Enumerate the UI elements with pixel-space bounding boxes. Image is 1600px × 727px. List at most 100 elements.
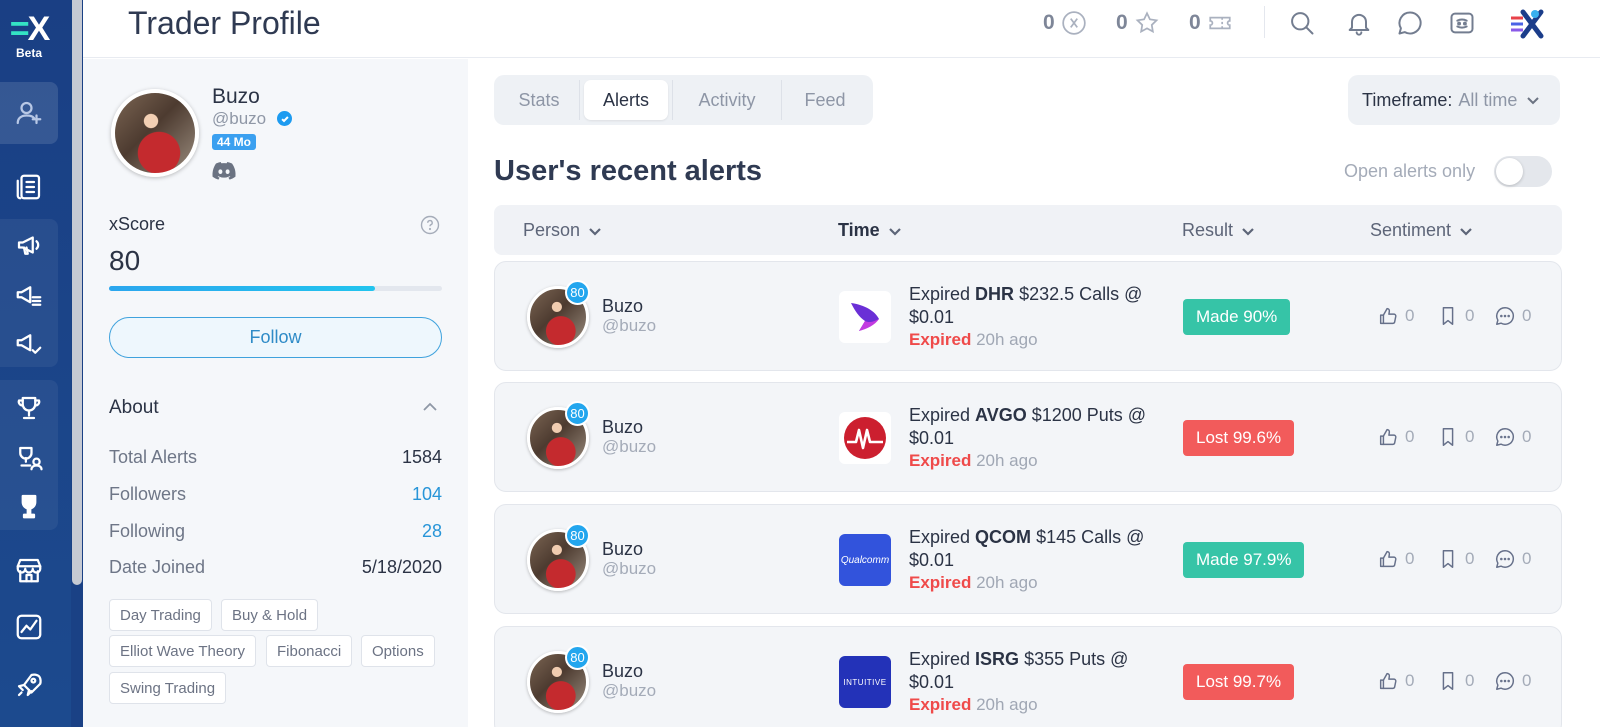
alert-status: Expired (909, 695, 972, 714)
like-count: 0 (1405, 671, 1415, 690)
bookmark-button[interactable]: 0 (1437, 548, 1474, 570)
nav-feed[interactable] (0, 161, 58, 213)
followers-link[interactable]: 104 (412, 484, 442, 505)
alert-detail: $232.5 Calls @ (1019, 284, 1143, 304)
column-result[interactable]: Result (1182, 220, 1255, 241)
discord-link[interactable] (212, 161, 236, 181)
notifications-button[interactable] (1344, 8, 1374, 38)
tab-stats[interactable]: Stats (499, 80, 579, 120)
alert-user-name[interactable]: Buzo (602, 539, 643, 560)
bookmark-button[interactable]: 0 (1437, 426, 1474, 448)
app-logo[interactable]: =X Beta (0, 12, 58, 60)
alert-row[interactable]: 80 Buzo @buzo Qualcomm Expired QCOM $145 Cal… (494, 504, 1562, 614)
nav-competitions[interactable] (0, 432, 58, 484)
xscore-help-button[interactable] (420, 215, 440, 235)
alert-detail: $145 Calls @ (1036, 527, 1145, 547)
column-person[interactable]: Person (523, 220, 602, 241)
user-menu-avatar[interactable] (1507, 4, 1547, 44)
alert-status-line: Expired 20h ago (909, 695, 1038, 715)
alert-user-name[interactable]: Buzo (602, 661, 643, 682)
bookmark-button[interactable]: 0 (1437, 670, 1474, 692)
alert-status: Expired (909, 573, 972, 592)
star-counter[interactable]: 0 (1116, 10, 1160, 36)
about-collapse-button[interactable] (420, 397, 440, 417)
megaphone-check-icon (16, 334, 42, 354)
sidebar-scrollbar-thumb[interactable] (72, 0, 82, 585)
following-link[interactable]: 28 (422, 521, 442, 542)
alert-ticker: AVGO (975, 405, 1027, 425)
alert-description[interactable]: Expired AVGO $1200 Puts @ $0.01 (909, 404, 1169, 450)
nav-add-user[interactable] (0, 82, 58, 144)
profile-name: Buzo (212, 85, 260, 108)
comment-button[interactable]: 0 (1494, 426, 1531, 448)
about-heading: About (109, 397, 159, 418)
star-count: 0 (1116, 11, 1128, 34)
document-list-icon (16, 174, 41, 200)
tab-feed[interactable]: Feed (782, 80, 868, 120)
tag[interactable]: Elliot Wave Theory (109, 635, 257, 667)
follow-button[interactable]: Follow (109, 317, 442, 358)
nav-charts[interactable] (0, 601, 58, 653)
alert-description[interactable]: Expired ISRG $355 Puts @ $0.01 (909, 648, 1169, 694)
nav-alerts-tracked[interactable] (0, 318, 58, 370)
like-button[interactable]: 0 (1377, 426, 1414, 448)
like-button[interactable]: 0 (1377, 670, 1414, 692)
chevron-up-icon (423, 402, 437, 411)
sidebar-scrollbar-track[interactable] (71, 0, 83, 727)
alert-price: $0.01 (909, 307, 955, 327)
alert-price: $0.01 (909, 672, 955, 692)
tag[interactable]: Swing Trading (109, 672, 227, 704)
tag[interactable]: Buy & Hold (221, 599, 319, 631)
bookmark-button[interactable]: 0 (1437, 305, 1474, 327)
rocket-icon (17, 673, 42, 697)
alert-description[interactable]: Expired QCOM $145 Calls @ $0.01 (909, 526, 1169, 572)
chevron-down-icon (589, 227, 601, 236)
alert-row[interactable]: 80 Buzo @buzo Expired DHR $232.5 Calls @ $0.… (494, 261, 1562, 371)
nav-awards[interactable] (0, 480, 58, 532)
alerts-main: Stats Alerts Activity Feed Timeframe: Al… (468, 59, 1600, 727)
alert-user-handle: @buzo (602, 681, 657, 700)
alert-row[interactable]: 80 Buzo @buzo INTUITIVE Expired ISRG $355 Pu… (494, 626, 1562, 727)
alert-description[interactable]: Expired DHR $232.5 Calls @ $0.01 (909, 283, 1169, 329)
alert-user-name[interactable]: Buzo (602, 296, 643, 317)
like-button[interactable]: 0 (1377, 305, 1414, 327)
stat-value: 1584 (401, 446, 442, 467)
beta-label: Beta (15, 46, 42, 60)
comment-icon (1496, 428, 1515, 446)
comment-button[interactable]: 0 (1494, 548, 1531, 570)
alert-result-badge: Lost 99.7% (1183, 664, 1295, 700)
x-coin-counter[interactable]: 0 (1043, 10, 1087, 36)
tab-activity[interactable]: Activity (673, 80, 781, 120)
sidebar: =X Beta (0, 0, 83, 727)
tag[interactable]: Day Trading (109, 599, 212, 631)
megaphone-icon (17, 236, 40, 255)
comment-button[interactable]: 0 (1494, 305, 1531, 327)
messages-button[interactable] (1395, 8, 1425, 38)
open-alerts-toggle[interactable] (1494, 156, 1552, 187)
tag[interactable]: Options (361, 635, 435, 667)
alert-row[interactable]: 80 Buzo @buzo Expired AVGO $1200 Puts @ $0.0… (494, 382, 1562, 492)
alert-ticker: DHR (975, 284, 1015, 304)
column-time[interactable]: Time (838, 220, 902, 241)
intuitive-logo-icon: INTUITIVE (839, 656, 891, 708)
column-sentiment[interactable]: Sentiment (1370, 220, 1473, 241)
nav-leaderboard[interactable] (0, 382, 58, 434)
like-button[interactable]: 0 (1377, 548, 1414, 570)
alert-prefix: Expired (909, 527, 971, 547)
nav-launch[interactable] (0, 659, 58, 711)
tab-alerts[interactable]: Alerts (584, 80, 668, 120)
stat-label: Following (109, 520, 186, 541)
comment-button[interactable]: 0 (1494, 670, 1531, 692)
nav-alerts-list[interactable] (0, 270, 58, 322)
chat-icon (1398, 11, 1422, 35)
search-button[interactable] (1287, 8, 1317, 38)
alert-user-name[interactable]: Buzo (602, 417, 643, 438)
question-circle-icon (420, 215, 440, 235)
nav-store[interactable] (0, 544, 58, 596)
xscore-badge: 80 (565, 645, 590, 670)
nav-alerts[interactable] (0, 219, 58, 271)
ticket-counter[interactable]: 0 (1189, 10, 1233, 36)
timeframe-select[interactable]: Timeframe: All time (1348, 75, 1560, 125)
discord-button[interactable] (1447, 8, 1477, 38)
tag[interactable]: Fibonacci (266, 635, 353, 667)
